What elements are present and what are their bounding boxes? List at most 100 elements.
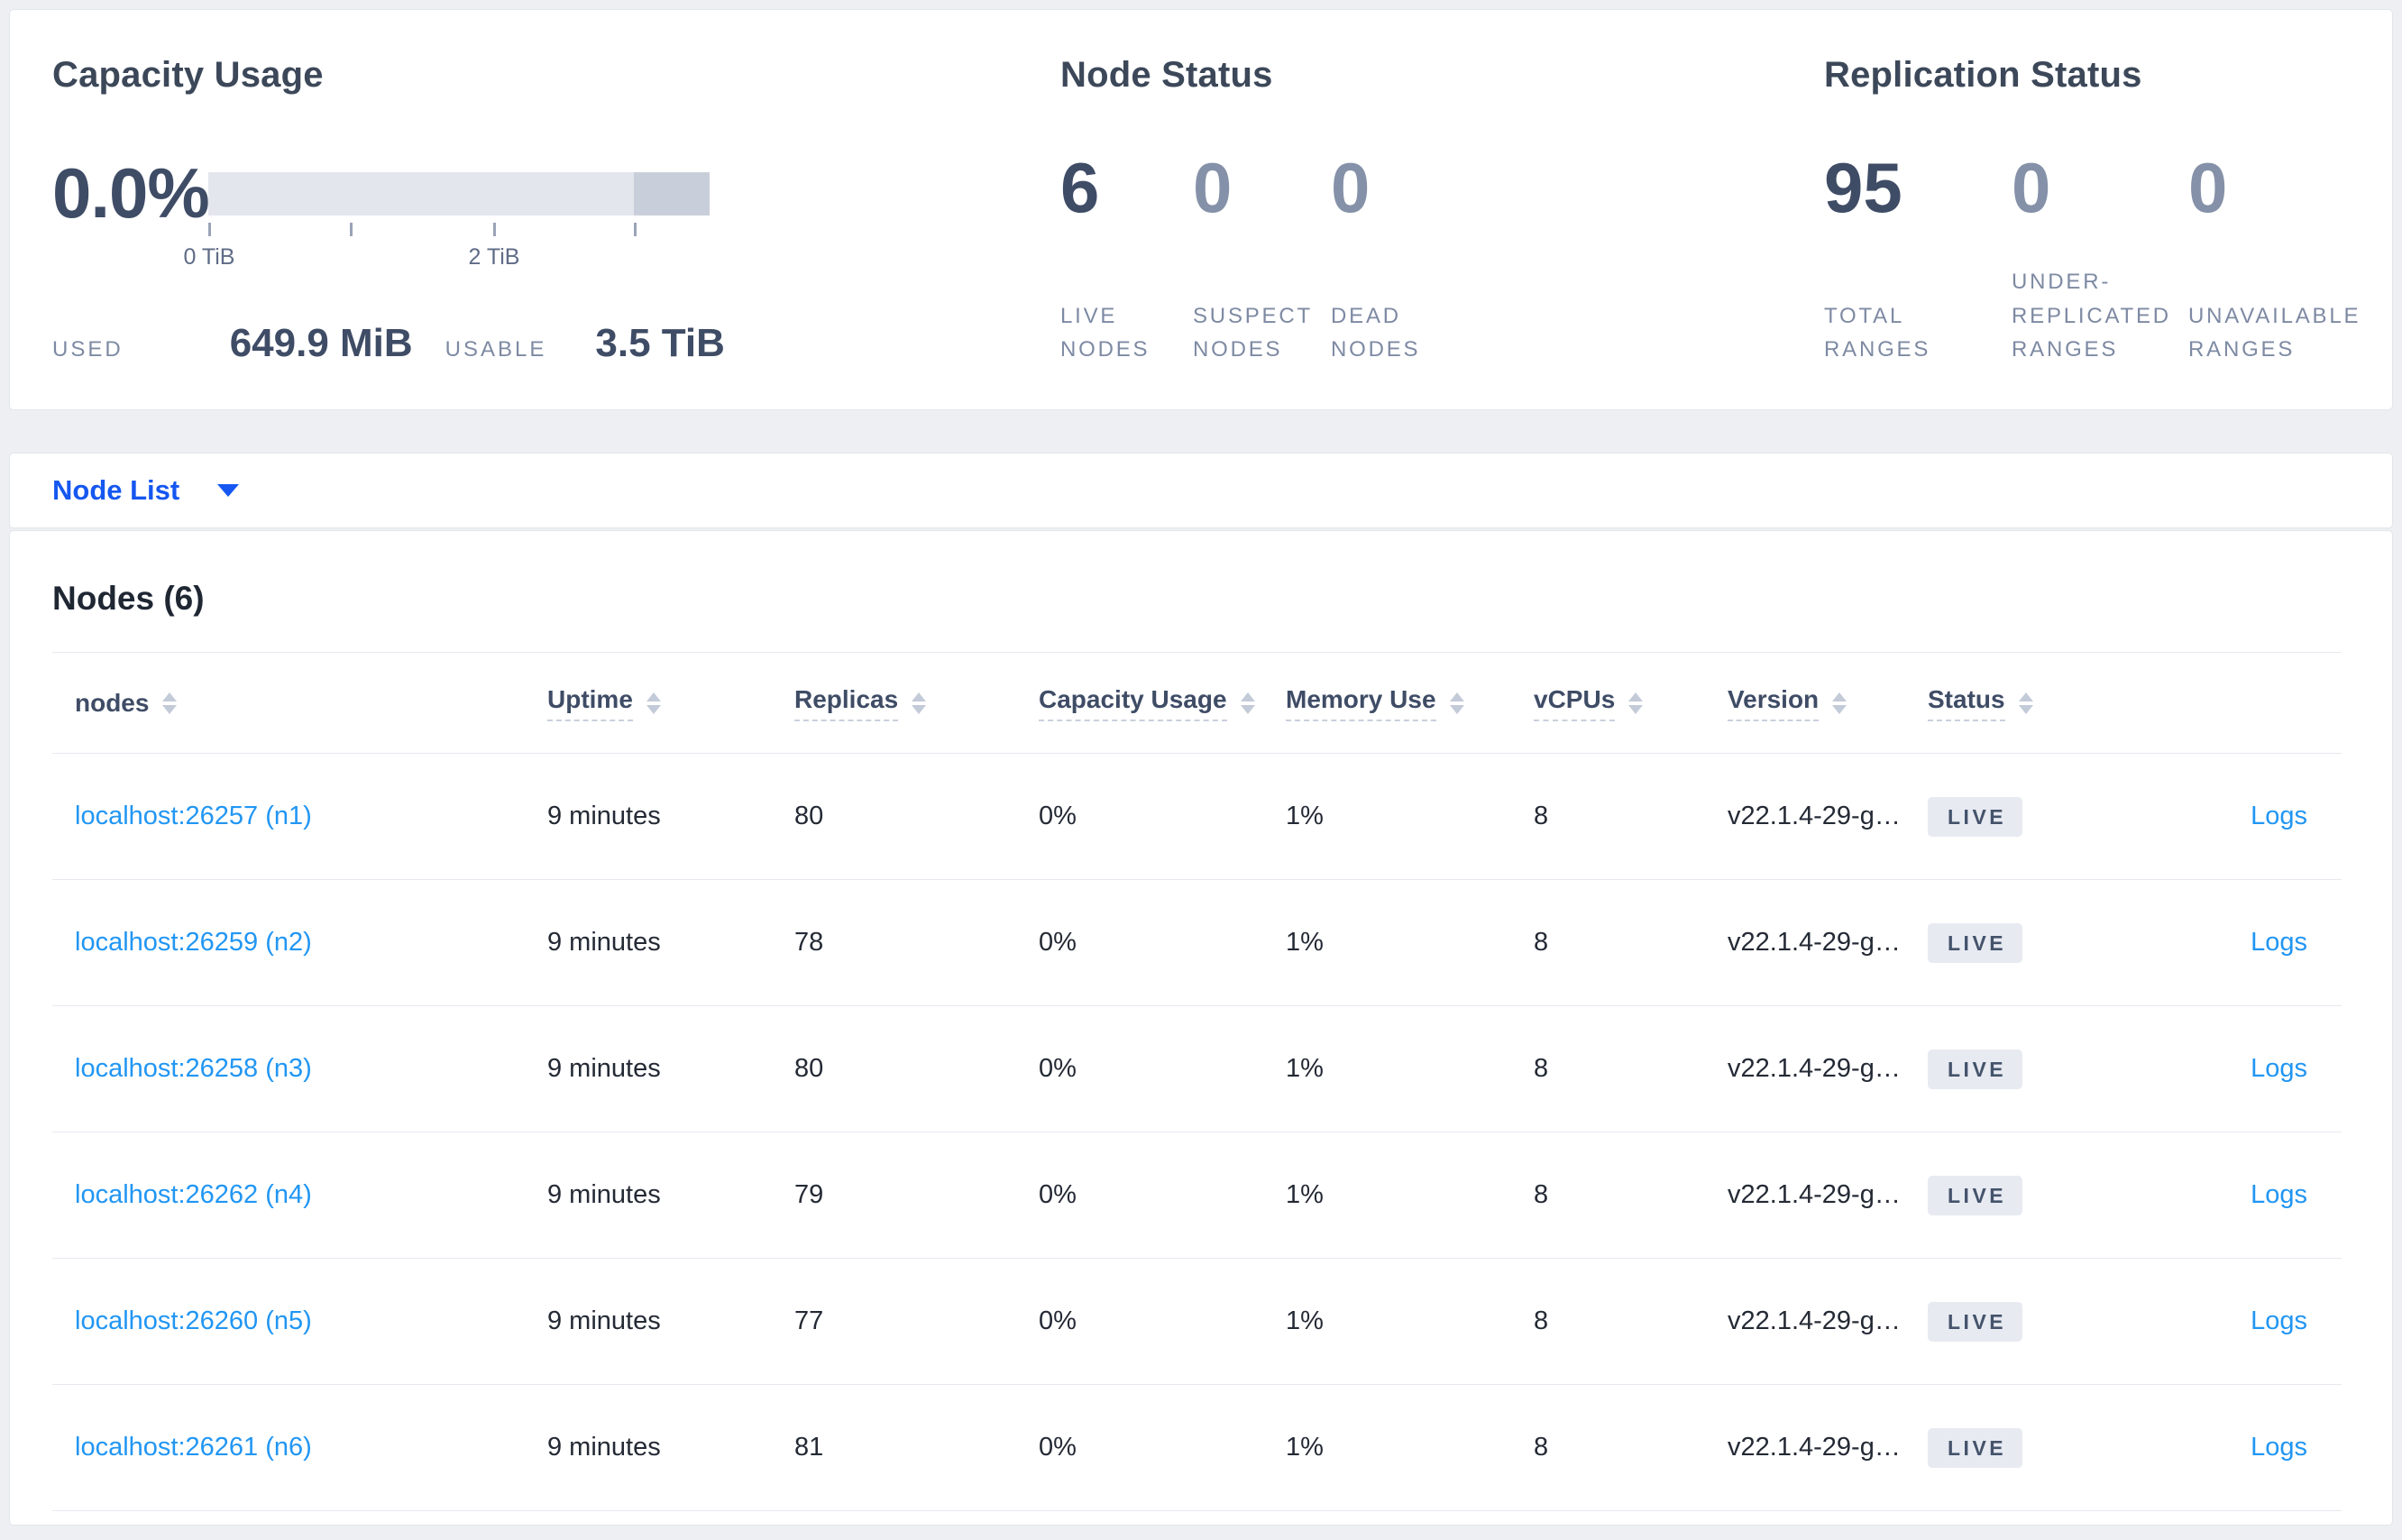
under-replicated-ranges-stat: 0 UNDER-REPLICATED RANGES — [2012, 152, 2188, 366]
node-link[interactable]: localhost:26258 (n3) — [75, 1054, 312, 1083]
capacity-usage-section: Capacity Usage 0.0% 0 TiB 2 TiB USED 649… — [52, 55, 999, 366]
total-ranges-value: 95 — [1824, 148, 1902, 227]
logs-link[interactable]: Logs — [2251, 1433, 2307, 1462]
uptime-cell: 9 minutes — [547, 1054, 661, 1083]
view-selector-bar: Node List — [9, 453, 2393, 528]
replication-status-section: Replication Status 95 TOTAL RANGES 0 UND… — [1824, 55, 2383, 366]
replicas-cell: 77 — [794, 1306, 824, 1335]
node-link[interactable]: localhost:26261 (n6) — [75, 1433, 312, 1462]
axis-tick-label: 0 TiB — [183, 243, 235, 270]
table-row: localhost:26261 (n6) 9 minutes 81 0% 1% … — [52, 1385, 2342, 1511]
sort-icon[interactable] — [2018, 692, 2033, 714]
under-replicated-ranges-value: 0 — [2012, 148, 2051, 227]
node-list-dropdown[interactable]: Node List — [52, 474, 179, 507]
sort-icon[interactable] — [646, 692, 661, 714]
version-cell: v22.1.4-29-g… — [1728, 1306, 1901, 1335]
logs-link[interactable]: Logs — [2251, 928, 2307, 957]
capacity-bar-track — [208, 171, 710, 215]
table-row: localhost:26262 (n4) 9 minutes 79 0% 1% … — [52, 1132, 2342, 1259]
axis-tick-label: 2 TiB — [468, 243, 520, 270]
axis-tick — [350, 222, 353, 236]
vcpus-cell: 8 — [1534, 928, 1549, 957]
caret-down-icon[interactable] — [217, 484, 240, 497]
dead-nodes-value: 0 — [1331, 148, 1371, 227]
live-nodes-stat: 6 LIVE NODES — [1060, 152, 1193, 366]
suspect-nodes-label: SUSPECT NODES — [1193, 303, 1313, 362]
capacity-cell: 0% — [1039, 1054, 1077, 1083]
status-badge: LIVE — [1928, 1427, 2023, 1468]
capacity-bar-unusable-segment — [634, 171, 710, 215]
capacity-usage-title: Capacity Usage — [52, 55, 324, 95]
capacity-usage-bar: 0 TiB 2 TiB — [184, 171, 710, 270]
uptime-cell: 9 minutes — [547, 1180, 661, 1209]
sort-icon[interactable] — [1240, 692, 1255, 714]
column-header-status[interactable]: Status — [1928, 685, 2133, 721]
suspect-nodes-stat: 0 SUSPECT NODES — [1193, 152, 1331, 366]
uptime-cell: 9 minutes — [547, 928, 661, 957]
node-link[interactable]: localhost:26257 (n1) — [75, 802, 312, 830]
memory-cell: 1% — [1286, 802, 1324, 830]
version-cell: v22.1.4-29-g… — [1728, 1433, 1901, 1462]
live-nodes-label: LIVE NODES — [1060, 303, 1151, 362]
cluster-summary-card: Capacity Usage 0.0% 0 TiB 2 TiB USED 649… — [9, 9, 2393, 410]
table-row: localhost:26258 (n3) 9 minutes 80 0% 1% … — [52, 1006, 2342, 1132]
node-link[interactable]: localhost:26259 (n2) — [75, 928, 312, 957]
memory-cell: 1% — [1286, 1306, 1324, 1335]
unavailable-ranges-stat: 0 UNAVAILABLE RANGES — [2188, 152, 2383, 366]
axis-tick — [208, 222, 211, 236]
suspect-nodes-value: 0 — [1193, 148, 1233, 227]
node-link[interactable]: localhost:26262 (n4) — [75, 1180, 312, 1209]
replicas-cell: 81 — [794, 1433, 824, 1462]
uptime-cell: 9 minutes — [547, 802, 661, 830]
vcpus-cell: 8 — [1534, 1433, 1549, 1462]
node-status-title: Node Status — [1060, 55, 1273, 95]
nodes-table-card: Nodes (6) nodes Uptime Replicas Capacity… — [9, 530, 2393, 1526]
version-cell: v22.1.4-29-g… — [1728, 1180, 1901, 1209]
column-header-version[interactable]: Version — [1728, 685, 1928, 721]
table-row: localhost:26260 (n5) 9 minutes 77 0% 1% … — [52, 1259, 2342, 1385]
status-badge: LIVE — [1928, 1049, 2023, 1089]
dead-nodes-stat: 0 DEAD NODES — [1331, 152, 1782, 366]
capacity-percent-value: 0.0% — [52, 153, 210, 233]
capacity-cell: 0% — [1039, 1306, 1077, 1335]
column-header-vcpus[interactable]: vCPUs — [1534, 685, 1728, 721]
axis-tick — [634, 222, 637, 236]
replicas-cell: 80 — [794, 802, 824, 830]
total-ranges-label: TOTAL RANGES — [1824, 303, 1931, 362]
vcpus-cell: 8 — [1534, 1054, 1549, 1083]
sort-icon[interactable] — [1449, 692, 1464, 714]
uptime-cell: 9 minutes — [547, 1433, 661, 1462]
column-header-memory-use[interactable]: Memory Use — [1286, 685, 1534, 721]
status-badge: LIVE — [1928, 796, 2023, 837]
node-link[interactable]: localhost:26260 (n5) — [75, 1306, 312, 1335]
sort-icon[interactable] — [1628, 692, 1644, 714]
under-replicated-ranges-label: UNDER-REPLICATED RANGES — [2012, 270, 2171, 362]
column-header-uptime[interactable]: Uptime — [547, 685, 794, 721]
sort-icon[interactable] — [1832, 692, 1847, 714]
node-status-section: Node Status 6 LIVE NODES 0 SUSPECT NODES… — [1060, 55, 1782, 366]
used-label: USED — [52, 337, 124, 362]
column-header-nodes[interactable]: nodes — [52, 689, 547, 718]
live-nodes-value: 6 — [1060, 148, 1100, 227]
table-header-row: nodes Uptime Replicas Capacity Usage Mem… — [52, 653, 2342, 754]
vcpus-cell: 8 — [1534, 1306, 1549, 1335]
uptime-cell: 9 minutes — [547, 1306, 661, 1335]
version-cell: v22.1.4-29-g… — [1728, 1054, 1901, 1083]
version-cell: v22.1.4-29-g… — [1728, 928, 1901, 957]
status-badge: LIVE — [1928, 1175, 2023, 1215]
version-cell: v22.1.4-29-g… — [1728, 802, 1901, 830]
column-header-replicas[interactable]: Replicas — [794, 685, 1039, 721]
replicas-cell: 79 — [794, 1180, 824, 1209]
sort-icon[interactable] — [162, 692, 178, 714]
logs-link[interactable]: Logs — [2251, 1306, 2307, 1335]
sort-icon[interactable] — [912, 692, 927, 714]
logs-link[interactable]: Logs — [2251, 802, 2307, 830]
column-header-capacity-usage[interactable]: Capacity Usage — [1039, 685, 1286, 721]
unavailable-ranges-value: 0 — [2188, 148, 2228, 227]
logs-link[interactable]: Logs — [2251, 1180, 2307, 1209]
vcpus-cell: 8 — [1534, 1180, 1549, 1209]
usable-value: 3.5 TiB — [595, 321, 725, 365]
dead-nodes-label: DEAD NODES — [1331, 303, 1421, 362]
logs-link[interactable]: Logs — [2251, 1054, 2307, 1083]
capacity-cell: 0% — [1039, 1433, 1077, 1462]
